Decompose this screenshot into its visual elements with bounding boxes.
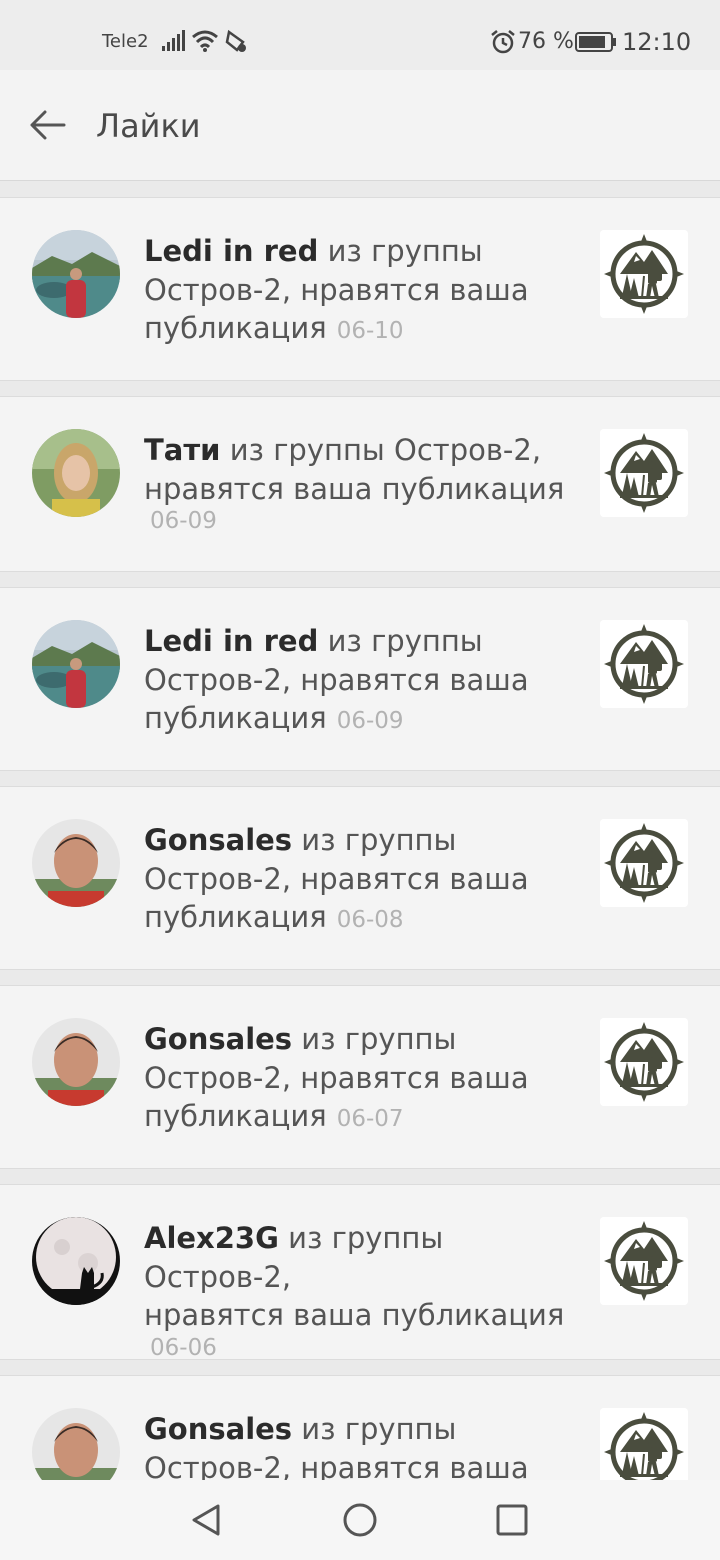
battery-percent: 76 % bbox=[518, 29, 574, 54]
carrier-label: Tele2 bbox=[102, 31, 149, 52]
notification-item[interactable]: Gonsales из группы Остров-2, нравятся ва… bbox=[0, 985, 720, 1169]
timestamp: 06-09 bbox=[150, 508, 217, 534]
username[interactable]: Alex23G bbox=[144, 1221, 279, 1255]
notification-text: Тати из группы Остров-2, нравятся ваша п… bbox=[144, 431, 574, 534]
signal-icon bbox=[162, 30, 185, 51]
status-bar: Tele2 76 % 12:10 bbox=[0, 0, 720, 70]
notification-item[interactable]: Ledi in red из группы Остров-2, нравятся… bbox=[0, 587, 720, 771]
nav-recents-icon[interactable] bbox=[492, 1500, 532, 1540]
compass-hiker-emblem-icon bbox=[600, 1408, 688, 1480]
compass-hiker-emblem-icon bbox=[600, 620, 688, 708]
notification-text: Gonsales из группы Остров-2, нравятся ва… bbox=[144, 1412, 529, 1480]
battery-icon bbox=[575, 32, 616, 52]
compass-hiker-emblem-icon bbox=[600, 819, 688, 907]
wifi-icon bbox=[192, 30, 218, 52]
notification-text: Ledi in red из группы Остров-2, нравятся… bbox=[144, 624, 529, 735]
notification-item[interactable]: Gonsales из группы Остров-2, нравятся ва… bbox=[0, 786, 720, 970]
avatar[interactable] bbox=[32, 230, 120, 318]
compass-hiker-emblem-icon bbox=[600, 1018, 688, 1106]
nav-home-icon[interactable] bbox=[340, 1500, 380, 1540]
compass-hiker-emblem-icon bbox=[600, 429, 688, 517]
system-nav-bar bbox=[0, 1480, 720, 1560]
notification-item[interactable]: Ledi in red из группы Остров-2, нравятся… bbox=[0, 197, 720, 381]
post-thumbnail[interactable] bbox=[600, 620, 688, 708]
post-thumbnail[interactable] bbox=[600, 1408, 688, 1480]
avatar[interactable] bbox=[32, 1018, 120, 1106]
nfc-icon bbox=[225, 29, 246, 52]
notification-text: Gonsales из группы Остров-2, нравятся ва… bbox=[144, 823, 529, 934]
timestamp: 06-09 bbox=[336, 708, 404, 734]
app-header: Лайки bbox=[0, 70, 720, 180]
back-button[interactable] bbox=[20, 100, 76, 150]
post-thumbnail[interactable] bbox=[600, 819, 688, 907]
username[interactable]: Ledi in red bbox=[144, 624, 318, 658]
timestamp: 06-07 bbox=[336, 1106, 404, 1132]
nav-back-icon[interactable] bbox=[186, 1500, 226, 1540]
post-thumbnail[interactable] bbox=[600, 1018, 688, 1106]
timestamp: 06-06 bbox=[150, 1334, 217, 1361]
page-title: Лайки bbox=[96, 107, 201, 145]
username[interactable]: Gonsales bbox=[144, 823, 292, 857]
avatar[interactable] bbox=[32, 1408, 120, 1480]
post-thumbnail[interactable] bbox=[600, 230, 688, 318]
compass-hiker-emblem-icon bbox=[600, 1217, 688, 1305]
username[interactable]: Ledi in red bbox=[144, 234, 318, 268]
clock: 12:10 bbox=[622, 28, 692, 56]
username[interactable]: Тати bbox=[144, 433, 220, 467]
avatar[interactable] bbox=[32, 429, 120, 517]
notification-item[interactable]: Gonsales из группы Остров-2, нравятся ва… bbox=[0, 1375, 720, 1480]
timestamp: 06-08 bbox=[336, 907, 404, 933]
notification-text: Alex23G из группы Остров-2, нравятся ваш… bbox=[144, 1219, 574, 1361]
header-divider bbox=[0, 180, 720, 181]
post-thumbnail[interactable] bbox=[600, 1217, 688, 1305]
notification-text: Ledi in red из группы Остров-2, нравятся… bbox=[144, 234, 529, 345]
notification-item[interactable]: Тати из группы Остров-2, нравятся ваша п… bbox=[0, 396, 720, 572]
avatar[interactable] bbox=[32, 620, 120, 708]
alarm-icon bbox=[491, 30, 515, 54]
notification-item[interactable]: Alex23G из группы Остров-2, нравятся ваш… bbox=[0, 1184, 720, 1361]
post-thumbnail[interactable] bbox=[600, 429, 688, 517]
timestamp: 06-10 bbox=[336, 318, 404, 344]
compass-hiker-emblem-icon bbox=[600, 230, 688, 318]
avatar[interactable] bbox=[32, 1217, 120, 1305]
arrow-left-icon bbox=[30, 110, 66, 140]
notification-text: Gonsales из группы Остров-2, нравятся ва… bbox=[144, 1022, 529, 1133]
username[interactable]: Gonsales bbox=[144, 1412, 292, 1446]
avatar[interactable] bbox=[32, 819, 120, 907]
username[interactable]: Gonsales bbox=[144, 1022, 292, 1056]
